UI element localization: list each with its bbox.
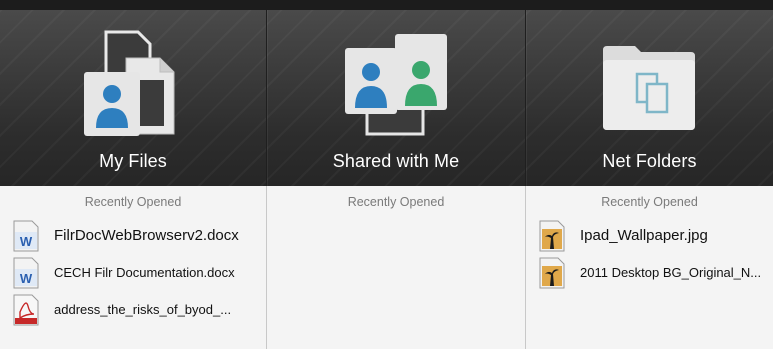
file-name: Ipad_Wallpaper.jpg [580,227,708,244]
shared-recent-list: Recently Opened [266,186,525,349]
my-files-icon [84,30,175,136]
word-doc-icon: W [13,220,39,251]
file-item[interactable]: address_the_risks_of_byod_... [0,291,266,328]
file-name: CECH Filr Documentation.docx [54,265,235,280]
file-item[interactable]: Ipad_Wallpaper.jpg [526,217,773,254]
word-doc-icon: W [13,257,39,288]
recently-opened-heading: Recently Opened [84,195,182,209]
image-file-icon [539,257,565,288]
file-name: 2011 Desktop BG_Original_N... [580,265,762,280]
net-folders-tile[interactable]: Net Folders [525,10,773,186]
shared-with-me-label: Shared with Me [332,151,460,171]
top-bar [0,0,773,10]
net-folders-label: Net Folders [602,151,697,171]
file-item[interactable]: W FilrDocWebBrowserv2.docx [0,217,266,254]
shared-users-icon [345,34,447,136]
net-folders-recent-list: Recently Opened Ipad_Wallpaper.jpg 2011 … [525,186,773,349]
file-name: FilrDocWebBrowserv2.docx [54,227,239,244]
svg-text:W: W [20,234,33,249]
recent-files-area: Recently Opened W FilrDocWebBrowserv2.do… [0,186,773,349]
navigation-tiles: My Files Shared with Me Net Folders [0,10,773,186]
recently-opened-heading: Recently Opened [347,195,445,209]
svg-text:W: W [20,271,33,286]
file-item[interactable]: 2011 Desktop BG_Original_N... [526,254,773,291]
file-item[interactable]: W CECH Filr Documentation.docx [0,254,266,291]
recently-opened-heading: Recently Opened [601,195,698,209]
net-folder-icon [602,46,695,130]
my-files-tile[interactable]: My Files [0,10,266,186]
pdf-icon [13,294,39,325]
my-files-recent-list: Recently Opened W FilrDocWebBrowserv2.do… [0,186,266,349]
shared-with-me-tile[interactable]: Shared with Me [266,10,525,186]
image-file-icon [539,220,565,251]
file-name: address_the_risks_of_byod_... [54,302,232,317]
my-files-label: My Files [99,151,167,171]
